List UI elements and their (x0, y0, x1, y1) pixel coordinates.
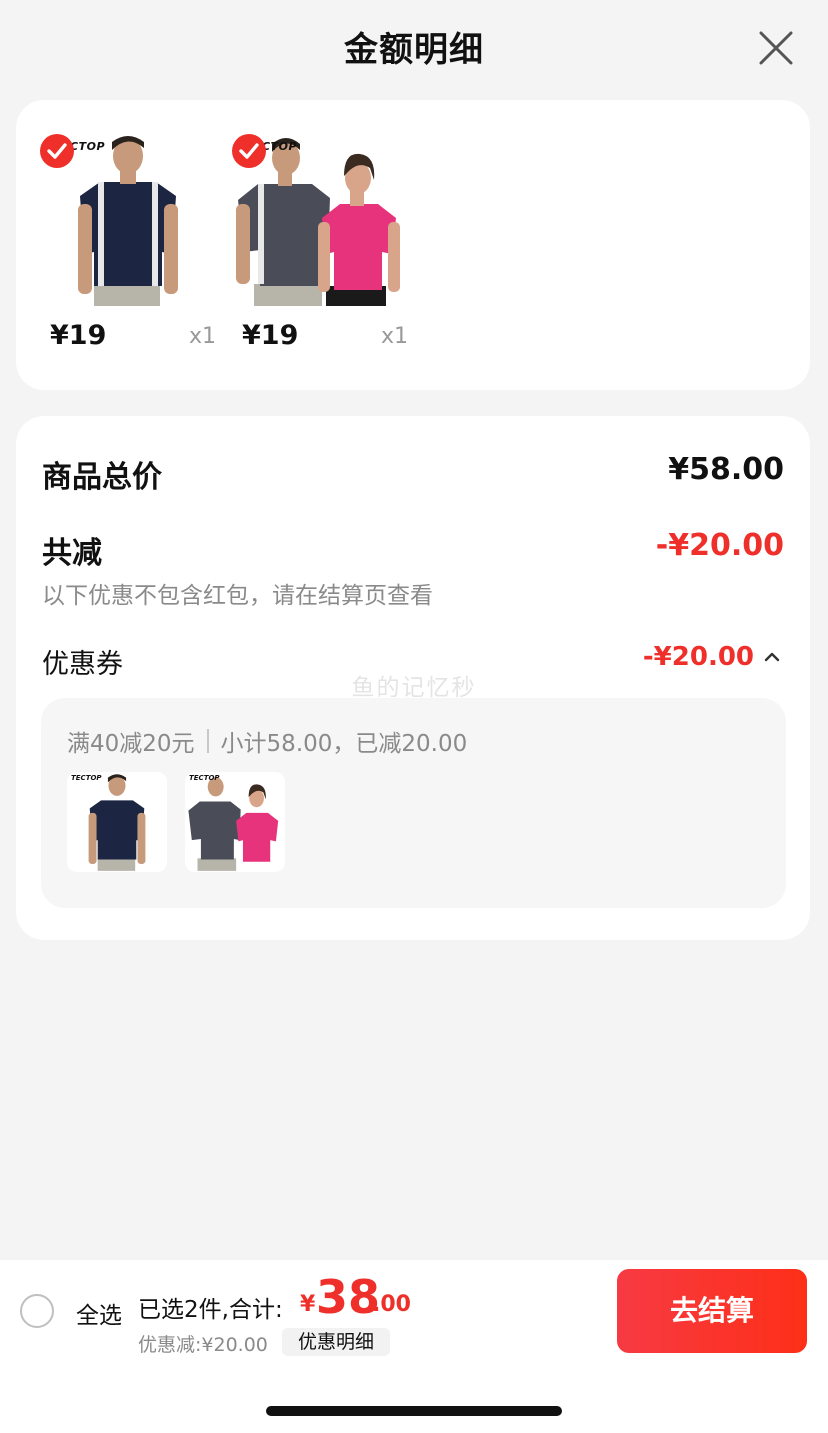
coupon-rule-text: 满40减20元 (67, 731, 195, 757)
total-amount-decimal: .00 (372, 1292, 411, 1317)
home-indicator-area (0, 1360, 828, 1433)
product-image[interactable]: TECTOP (40, 134, 216, 306)
coupon-item-thumb[interactable]: TECTOP (185, 772, 285, 872)
select-all-radio[interactable] (20, 1294, 54, 1328)
total-currency: ¥ (300, 1292, 316, 1317)
product-quantity: x1 (188, 324, 216, 349)
product-card: TECTOP ¥19 x1 TECTOP ¥19 x1 (16, 100, 810, 390)
checkout-bar: 全选 已选2件,合计: ¥ 38 .00 优惠减:¥20.00 优惠明细 去结算 (0, 1260, 828, 1360)
discount-note: 以下优惠不包含红包，请在结算页查看 (42, 583, 433, 609)
checkout-button[interactable]: 去结算 (617, 1269, 807, 1353)
summary-card: 商品总价 ¥58.00 共减 -¥20.00 以下优惠不包含红包，请在结算页查看… (16, 416, 810, 940)
check-circle-icon[interactable] (232, 134, 266, 168)
page-title: 金额明细 (344, 30, 484, 70)
discount-label: 共减 (42, 536, 102, 571)
product-item[interactable]: TECTOP ¥19 x1 (40, 134, 216, 351)
product-price: ¥19 (50, 320, 107, 351)
total-price-label: 商品总价 (42, 460, 162, 495)
coupon-detail-box: 满40减20元 小计58.00，已减20.00 TECTOP TECTOP (41, 698, 786, 908)
brand-logo: TECTOP (71, 774, 102, 782)
total-amount-integer: 38 (316, 1270, 381, 1324)
product-price: ¥19 (242, 320, 299, 351)
discount-summary: 优惠减:¥20.00 (138, 1334, 268, 1356)
product-item[interactable]: TECTOP ¥19 x1 (232, 134, 408, 351)
product-image[interactable]: TECTOP (232, 134, 408, 306)
total-price-value: ¥58.00 (668, 452, 784, 487)
home-indicator[interactable] (266, 1406, 562, 1416)
product-quantity: x1 (380, 324, 408, 349)
selected-count-text: 已选2件,合计: (138, 1297, 283, 1323)
check-circle-icon[interactable] (40, 134, 74, 168)
coupon-rule: 满40减20元 小计58.00，已减20.00 (67, 724, 467, 758)
coupon-toggle[interactable]: -¥20.00 (643, 642, 780, 672)
coupon-label: 优惠券 (42, 649, 123, 680)
coupon-value: -¥20.00 (642, 642, 754, 672)
coupon-subtotal-text: 小计58.00，已减20.00 (220, 731, 468, 757)
chevron-up-icon (764, 652, 780, 662)
sheet-header: 金额明细 (0, 0, 828, 96)
discount-detail-button[interactable]: 优惠明细 (282, 1328, 390, 1356)
select-all-label[interactable]: 全选 (76, 1296, 122, 1330)
close-icon[interactable] (758, 30, 794, 66)
coupon-item-thumb[interactable]: TECTOP (67, 772, 167, 872)
brand-logo: TECTOP (189, 774, 220, 782)
discount-value: -¥20.00 (655, 528, 784, 563)
divider (206, 729, 209, 753)
